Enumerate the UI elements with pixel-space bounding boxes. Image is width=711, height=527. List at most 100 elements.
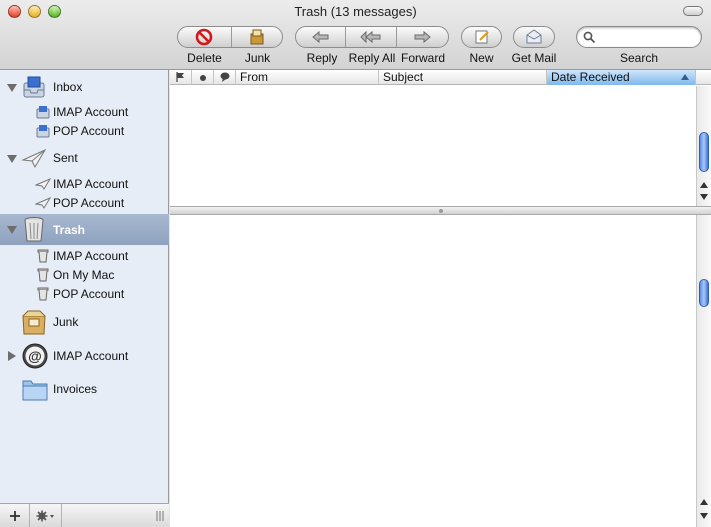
get-mail-envelope-icon — [526, 29, 542, 44]
flag-icon — [176, 72, 184, 82]
add-mailbox-button[interactable] — [0, 504, 30, 527]
resize-grip-icon — [156, 510, 163, 521]
scroll-thumb[interactable] — [699, 132, 709, 172]
sent-icon — [35, 197, 51, 209]
sidebar-item-sent[interactable]: Sent — [0, 146, 169, 170]
trash-icon — [37, 268, 49, 282]
junk-button[interactable] — [232, 27, 282, 47]
delete-button[interactable] — [178, 27, 232, 47]
scroll-up-arrow-icon[interactable] — [700, 499, 708, 505]
sidebar-item-label: Sent — [53, 151, 78, 165]
window-toolbar: Trash (13 messages) Delete Junk Reply Re… — [0, 0, 711, 70]
scroll-up-arrow-icon[interactable] — [700, 182, 708, 188]
sidebar-item-label: IMAP Account — [53, 249, 129, 263]
at-sign-icon: @ — [22, 343, 48, 369]
column-flag[interactable] — [170, 70, 192, 85]
sidebar-item-label: Junk — [53, 315, 79, 329]
sidebar-item-invoices[interactable]: Invoices — [0, 374, 169, 404]
sidebar-item-trash-pop[interactable]: POP Account — [0, 285, 169, 303]
column-attachment[interactable] — [214, 70, 236, 85]
sidebar-item-label: IMAP Account — [53, 177, 129, 191]
inbox-icon — [36, 106, 50, 119]
reply-group — [295, 26, 449, 48]
sidebar-item-imap-account[interactable]: @ IMAP Account — [0, 341, 169, 371]
junk-icon — [250, 29, 264, 45]
get-mail-button[interactable] — [514, 27, 554, 47]
disclosure-triangle-icon[interactable] — [7, 155, 17, 163]
sidebar-item-junk[interactable]: Junk — [0, 307, 169, 337]
scroll-down-arrow-icon[interactable] — [700, 194, 708, 200]
message-preview-pane — [170, 215, 711, 527]
inbox-icon — [23, 76, 45, 98]
svg-text:@: @ — [28, 348, 42, 364]
sidebar-item-trash[interactable]: Trash — [0, 214, 169, 245]
sidebar-resize-handle[interactable] — [150, 504, 169, 527]
pane-splitter[interactable] — [170, 206, 711, 215]
reply-all-button[interactable] — [346, 27, 397, 47]
new-label: New — [469, 51, 494, 65]
search-field[interactable] — [576, 26, 702, 48]
column-read-status[interactable] — [192, 70, 214, 85]
reply-button[interactable] — [296, 27, 347, 47]
sidebar-item-trash-on-my-mac[interactable]: On My Mac — [0, 266, 169, 284]
reply-arrow-icon — [311, 30, 329, 44]
junk-label: Junk — [244, 51, 271, 65]
scroll-down-arrow-icon[interactable] — [700, 513, 708, 519]
disclosure-triangle-icon[interactable] — [7, 84, 17, 92]
splitter-grip-icon — [438, 209, 443, 213]
gear-icon — [36, 510, 54, 521]
sidebar-item-label: POP Account — [53, 196, 125, 210]
column-from[interactable]: From — [236, 70, 379, 85]
plus-icon — [9, 510, 20, 521]
message-list-header: From Subject Date Received — [170, 70, 711, 85]
sidebar-item-label: On My Mac — [53, 268, 115, 282]
search-input[interactable] — [599, 29, 695, 45]
sidebar-item-label: Inbox — [53, 80, 83, 94]
sidebar-item-label: IMAP Account — [53, 349, 129, 363]
mailbox-sidebar: Inbox IMAP Account POP Account Sent IMAP… — [0, 70, 169, 527]
message-list-scrollbar[interactable] — [696, 86, 711, 206]
search-label: Search — [619, 51, 659, 65]
sidebar-item-sent-imap[interactable]: IMAP Account — [0, 175, 169, 193]
search-icon — [583, 31, 596, 44]
reply-all-arrow-icon — [360, 30, 381, 44]
speech-bubble-icon — [220, 72, 230, 82]
delete-icon — [196, 28, 213, 46]
reply-label: Reply — [306, 51, 338, 65]
sent-icon — [21, 148, 47, 169]
get-mail-label: Get Mail — [511, 51, 557, 65]
folder-icon — [22, 380, 48, 401]
sort-ascending-icon — [681, 74, 689, 80]
preview-scrollbar[interactable] — [696, 215, 711, 527]
forward-arrow-icon — [414, 30, 432, 44]
sidebar-item-label: Invoices — [53, 382, 98, 396]
unread-dot-icon — [200, 75, 206, 81]
disclosure-triangle-icon[interactable] — [7, 226, 17, 234]
message-list: From Subject Date Received — [170, 70, 711, 206]
new-message-button[interactable] — [462, 27, 501, 47]
sidebar-item-inbox-imap[interactable]: IMAP Account — [0, 103, 169, 121]
sent-icon — [35, 178, 51, 190]
sidebar-item-trash-imap[interactable]: IMAP Account — [0, 247, 169, 265]
toolbar-toggle-button[interactable] — [683, 6, 703, 16]
inbox-icon — [36, 125, 50, 138]
junk-icon — [22, 310, 46, 335]
sidebar-item-label: POP Account — [53, 124, 125, 138]
column-subject[interactable]: Subject — [379, 70, 547, 85]
scroll-thumb[interactable] — [699, 279, 709, 307]
sidebar-item-inbox-pop[interactable]: POP Account — [0, 122, 169, 140]
sidebar-item-sent-pop[interactable]: POP Account — [0, 194, 169, 212]
window-title: Trash (13 messages) — [294, 4, 417, 19]
sidebar-item-label: POP Account — [53, 287, 125, 301]
get-mail-group — [513, 26, 555, 48]
sidebar-item-label: Trash — [53, 222, 86, 237]
disclosure-triangle-icon[interactable] — [8, 351, 16, 361]
column-date-received-label: Date Received — [551, 70, 630, 84]
sidebar-item-inbox[interactable]: Inbox — [0, 74, 169, 100]
delete-junk-group — [177, 26, 283, 48]
action-menu-button[interactable] — [30, 504, 62, 527]
forward-button[interactable] — [397, 27, 448, 47]
delete-label: Delete — [187, 51, 222, 65]
new-message-group — [461, 26, 502, 48]
column-date-received[interactable]: Date Received — [547, 70, 696, 85]
